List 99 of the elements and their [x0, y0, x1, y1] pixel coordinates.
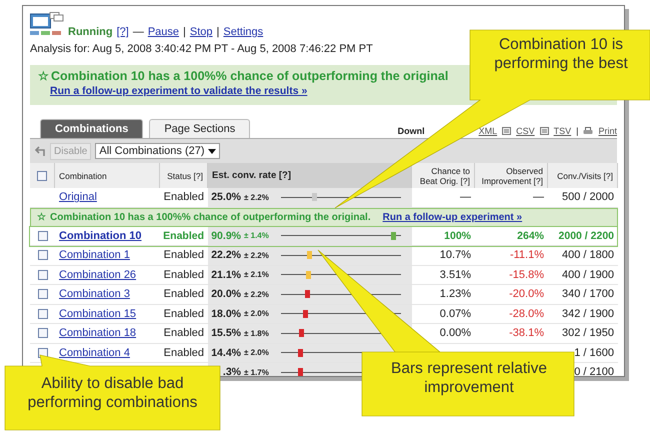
rate-value: 15.5% [211, 327, 241, 340]
improvement-value: -28.0% [509, 308, 544, 320]
download-label: Downl [398, 126, 425, 136]
chance-value: 0.00% [440, 327, 471, 340]
row-checkbox[interactable] [38, 289, 48, 300]
conv-visits-value: 500 / 2000 [562, 191, 614, 204]
rate-margin: ± 2.1% [244, 270, 270, 280]
callout-text: Bars represent relative improvement [390, 360, 548, 398]
combination-link[interactable]: Original [59, 191, 97, 204]
rate-value: 22.2% [211, 249, 241, 262]
row-checkbox[interactable] [38, 230, 48, 241]
status-text: Enabled [164, 268, 204, 281]
status-text: Enabled [164, 308, 204, 320]
row-checkbox[interactable] [38, 328, 48, 338]
caret-icon [208, 148, 216, 154]
status-text: Enabled [164, 288, 204, 300]
conv-visits-value: 400 / 1900 [562, 268, 614, 281]
rate-value: 14.4% [211, 346, 241, 359]
improvement-value: -38.1% [509, 327, 544, 340]
experiment-icon [30, 12, 64, 38]
download-link[interactable]: Print [598, 126, 617, 136]
combination-link[interactable]: Combination 15 [59, 308, 136, 320]
status-text: Enabled [164, 249, 204, 262]
spreadsheet-icon [540, 127, 549, 135]
winner-text: Combination 10 has a 100%% chance of outperforming the original. [50, 212, 371, 222]
improvement-value: -15.8% [509, 268, 544, 281]
follow-up-link[interactable]: Run a follow-up experiment to validate the results » [50, 85, 308, 97]
row-checkbox[interactable] [38, 308, 48, 319]
improvement-value: — [533, 191, 544, 204]
status-label: Running [68, 26, 113, 38]
combination-link[interactable]: Combination 4 [59, 346, 130, 359]
separator-text: | [216, 26, 220, 38]
tab[interactable]: Page Sections [149, 119, 250, 138]
row-checkbox[interactable] [38, 250, 48, 260]
select-all-checkbox[interactable] [37, 170, 47, 180]
chance-value: 100% [444, 230, 471, 242]
tab[interactable]: Combinations [40, 119, 144, 138]
banner-headline: Combination 10 has a 100%% chance of outperforming the original [51, 69, 448, 83]
separator-text: | [576, 126, 578, 136]
callout-text: Combination 10 is performing the best [493, 36, 629, 74]
star-icon: ☆ [37, 211, 46, 223]
separator-text: | [183, 26, 186, 38]
rate-value: 90.9% [211, 230, 241, 242]
rate-margin: ± 1.4% [244, 231, 270, 240]
column-header[interactable]: Est. conv. rate [?] [212, 170, 292, 181]
star-icon: ☆ [38, 69, 49, 83]
conv-visits-value: 0 / 2100 [574, 366, 614, 376]
status-text: Enabled [164, 191, 204, 204]
spreadsheet-icon [502, 127, 512, 135]
separator-text: — [132, 26, 144, 38]
combination-link[interactable]: Combination 10 [59, 230, 142, 242]
conv-visits-value: 340 / 1700 [562, 288, 614, 300]
status-text: Enabled [164, 327, 204, 340]
analysis-range: Analysis for: Aug 5, 2008 3:40:42 PM PT - Aug 5, 2008 7:46:22 PM PT [30, 43, 373, 55]
combination-link[interactable]: Combination 18 [59, 327, 136, 340]
combination-link[interactable]: Combination 26 [59, 268, 136, 281]
action-link[interactable]: Stop [190, 26, 213, 38]
conv-visits-value: 400 / 1800 [562, 249, 614, 262]
status-text: Enabled [164, 346, 204, 359]
improvement-value: -20.0% [509, 288, 544, 300]
undo-icon[interactable] [34, 145, 46, 157]
chance-value: 10.7% [440, 249, 471, 262]
rate-value: 18.0% [211, 308, 241, 320]
combination-link[interactable]: Combination 3 [59, 288, 130, 300]
rate-margin: ± 2.0% [244, 348, 270, 358]
conv-visits-value: 2000 / 2200 [558, 230, 614, 242]
rate-margin: ± 1.8% [244, 328, 270, 338]
chance-value: — [460, 191, 471, 204]
rate-margin: ± 2.0% [244, 309, 270, 318]
rate-value: 25.0% [211, 191, 241, 204]
rate-margin: ± 2.2% [244, 250, 270, 260]
improvement-value: 264% [517, 230, 544, 242]
improvement-value: -11.1% [510, 249, 544, 262]
rate-margin: ± 2.2% [244, 192, 270, 202]
conv-visits-value: 342 / 1900 [562, 308, 614, 320]
action-link[interactable]: Settings [223, 26, 264, 38]
rate-margin: ± 1.7% [244, 368, 270, 376]
rate-margin: ± 2.2% [244, 290, 270, 299]
rate-value: .3% [222, 366, 241, 376]
help-link[interactable]: [?] [116, 26, 129, 38]
chance-value: 1.23% [440, 288, 471, 300]
download-link[interactable]: TSV [554, 126, 572, 136]
chance-value: 3.51% [440, 268, 471, 281]
rate-value: 20.0% [211, 288, 241, 300]
print-icon [583, 127, 594, 135]
rate-value: 21.1% [211, 268, 241, 281]
conv-visits-value: 1 / 1600 [574, 346, 614, 359]
conv-visits-value: 302 / 1950 [562, 327, 614, 340]
row-checkbox[interactable] [38, 270, 48, 280]
follow-up-link[interactable]: Run a follow-up experiment » [382, 212, 522, 222]
filter-dropdown[interactable]: All Combinations (27) [95, 143, 220, 159]
combination-link[interactable]: Combination 1 [59, 249, 130, 262]
action-link[interactable]: Pause [148, 26, 180, 38]
status-text: Enabled [163, 230, 204, 242]
download-link[interactable]: CSV [516, 126, 535, 136]
callout-text: Ability to disable bad performing combinations [26, 375, 198, 412]
download-link[interactable]: XML [478, 126, 498, 136]
chance-value: 0.07% [440, 308, 471, 320]
column-header[interactable]: Combination [59, 170, 107, 180]
